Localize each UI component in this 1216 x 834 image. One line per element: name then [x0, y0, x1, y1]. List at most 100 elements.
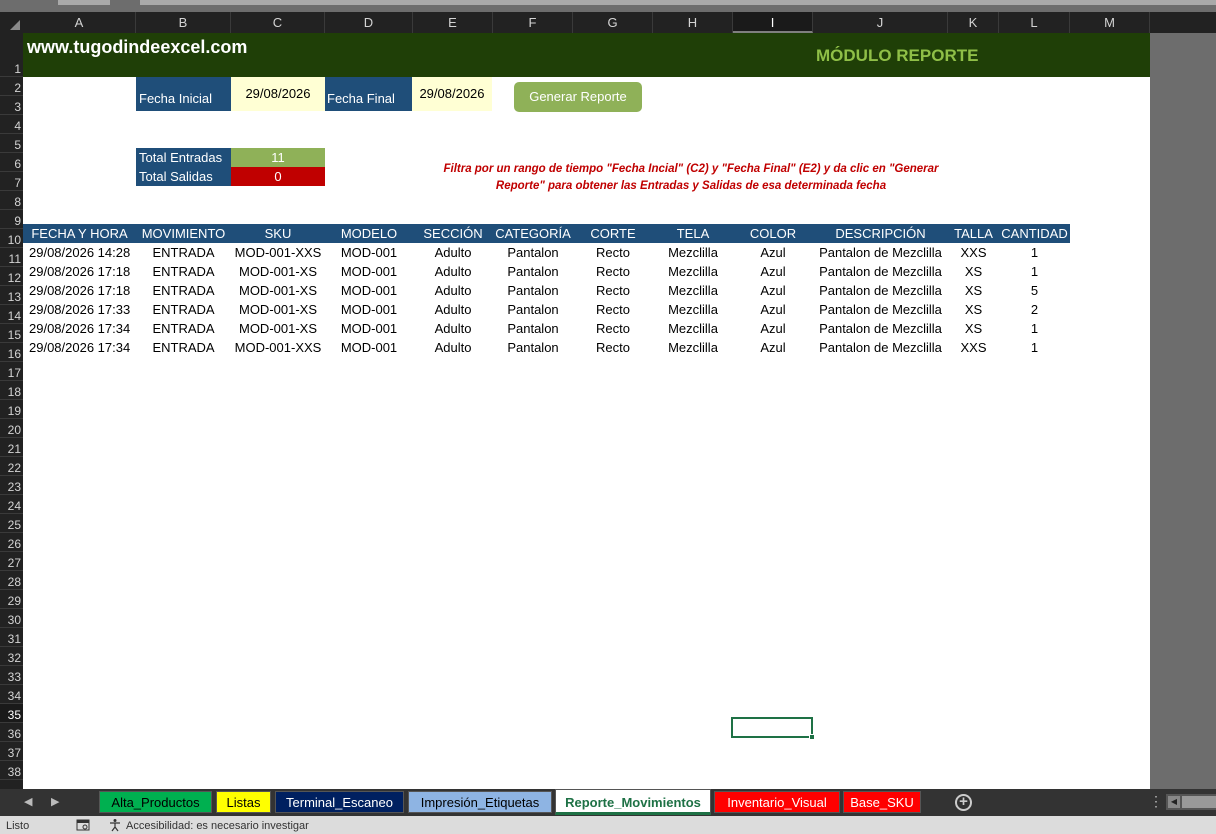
table-cell[interactable]: MOD-001 [325, 300, 413, 319]
accessibility-icon[interactable] [108, 818, 122, 832]
table-cell[interactable]: Pantalon [493, 281, 573, 300]
table-cell[interactable]: Pantalon [493, 300, 573, 319]
table-cell[interactable]: XS [948, 319, 999, 338]
row-header-8[interactable]: 8 [0, 191, 23, 210]
column-header-k[interactable]: K [948, 12, 999, 33]
column-header-f[interactable]: F [493, 12, 573, 33]
row-header-9[interactable]: 9 [0, 210, 23, 229]
table-cell[interactable]: Pantalon de Mezclilla [813, 243, 948, 262]
table-cell[interactable]: 1 [999, 262, 1070, 281]
table-cell[interactable]: ENTRADA [136, 300, 231, 319]
row-header-28[interactable]: 28 [0, 571, 23, 590]
macro-recording-icon[interactable] [76, 819, 90, 831]
table-cell[interactable]: 29/08/2026 17:33 [23, 300, 136, 319]
table-cell[interactable]: Mezclilla [653, 319, 733, 338]
table-cell[interactable]: MOD-001-XS [231, 262, 325, 281]
row-header-7[interactable]: 7 [0, 172, 23, 191]
table-cell[interactable]: Adulto [413, 300, 493, 319]
row-header-38[interactable]: 38 [0, 761, 23, 780]
end-date-field[interactable]: 29/08/2026 [412, 77, 492, 111]
column-header-g[interactable]: G [573, 12, 653, 33]
start-date-field[interactable]: 29/08/2026 [231, 77, 325, 111]
table-cell[interactable]: MOD-001 [325, 281, 413, 300]
table-cell[interactable]: Mezclilla [653, 300, 733, 319]
row-header-21[interactable]: 21 [0, 438, 23, 457]
table-cell[interactable]: ENTRADA [136, 319, 231, 338]
row-header-34[interactable]: 34 [0, 685, 23, 704]
table-cell[interactable]: Pantalon [493, 338, 573, 357]
table-cell[interactable]: XS [948, 281, 999, 300]
row-header-31[interactable]: 31 [0, 628, 23, 647]
sheet-tab-impresi-n-etiquetas[interactable]: Impresión_Etiquetas [408, 791, 552, 813]
row-header-19[interactable]: 19 [0, 400, 23, 419]
table-cell[interactable]: MOD-001 [325, 319, 413, 338]
row-header-27[interactable]: 27 [0, 552, 23, 571]
sheet-tab-listas[interactable]: Listas [216, 791, 271, 813]
row-header-11[interactable]: 11 [0, 248, 23, 267]
table-cell[interactable]: Adulto [413, 281, 493, 300]
row-header-35[interactable]: 35 [0, 704, 23, 723]
row-header-37[interactable]: 37 [0, 742, 23, 761]
row-header-26[interactable]: 26 [0, 533, 23, 552]
row-header-3[interactable]: 3 [0, 96, 23, 115]
table-cell[interactable]: Azul [733, 319, 813, 338]
table-cell[interactable]: XXS [948, 243, 999, 262]
table-cell[interactable]: 29/08/2026 14:28 [23, 243, 136, 262]
table-cell[interactable]: Mezclilla [653, 338, 733, 357]
row-header-5[interactable]: 5 [0, 134, 23, 153]
table-cell[interactable]: 1 [999, 319, 1070, 338]
row-header-17[interactable]: 17 [0, 362, 23, 381]
row-header-25[interactable]: 25 [0, 514, 23, 533]
table-cell[interactable]: Pantalon de Mezclilla [813, 281, 948, 300]
table-cell[interactable]: Azul [733, 243, 813, 262]
row-header-10[interactable]: 10 [0, 229, 23, 248]
table-cell[interactable]: Azul [733, 281, 813, 300]
table-cell[interactable]: 1 [999, 338, 1070, 357]
column-header-c[interactable]: C [231, 12, 325, 33]
fill-handle[interactable] [809, 734, 815, 740]
table-cell[interactable]: MOD-001-XS [231, 300, 325, 319]
row-header-4[interactable]: 4 [0, 115, 23, 134]
row-header-16[interactable]: 16 [0, 343, 23, 362]
sheet-tab-alta-productos[interactable]: Alta_Productos [99, 791, 212, 813]
table-cell[interactable]: ENTRADA [136, 338, 231, 357]
table-cell[interactable]: Azul [733, 262, 813, 281]
sheet-tab-terminal-escaneo[interactable]: Terminal_Escaneo [275, 791, 404, 813]
table-cell[interactable]: 1 [999, 243, 1070, 262]
row-header-24[interactable]: 24 [0, 495, 23, 514]
row-header-33[interactable]: 33 [0, 666, 23, 685]
table-cell[interactable]: Azul [733, 300, 813, 319]
table-cell[interactable]: Recto [573, 300, 653, 319]
row-header-2[interactable]: 2 [0, 77, 23, 96]
table-cell[interactable]: ENTRADA [136, 281, 231, 300]
prev-sheet-arrow-icon[interactable]: ◀ [24, 795, 32, 808]
table-cell[interactable]: Recto [573, 281, 653, 300]
table-cell[interactable]: Pantalon [493, 243, 573, 262]
row-header-36[interactable]: 36 [0, 723, 23, 742]
more-options-icon[interactable]: ⋮ [1149, 793, 1163, 810]
accessibility-status-text[interactable]: Accesibilidad: es necesario investigar [126, 820, 309, 832]
table-cell[interactable]: Pantalon de Mezclilla [813, 300, 948, 319]
table-cell[interactable]: Adulto [413, 243, 493, 262]
table-cell[interactable]: Mezclilla [653, 262, 733, 281]
table-cell[interactable]: MOD-001-XS [231, 319, 325, 338]
select-all-button[interactable] [0, 12, 23, 33]
table-cell[interactable]: XXS [948, 338, 999, 357]
row-header-6[interactable]: 6 [0, 153, 23, 172]
column-header-j[interactable]: J [813, 12, 948, 33]
row-header-1[interactable]: 1 [0, 33, 23, 77]
sheet-tab-reporte-movimientos[interactable]: Reporte_Movimientos [555, 789, 711, 815]
column-header-h[interactable]: H [653, 12, 733, 33]
table-cell[interactable]: Pantalon de Mezclilla [813, 319, 948, 338]
table-cell[interactable]: Adulto [413, 319, 493, 338]
scroll-left-icon[interactable]: ◀ [1168, 796, 1180, 808]
row-header-20[interactable]: 20 [0, 419, 23, 438]
table-cell[interactable]: MOD-001 [325, 338, 413, 357]
table-cell[interactable]: Recto [573, 262, 653, 281]
table-cell[interactable]: 5 [999, 281, 1070, 300]
row-header-18[interactable]: 18 [0, 381, 23, 400]
row-header-32[interactable]: 32 [0, 647, 23, 666]
add-sheet-icon[interactable]: + [955, 794, 972, 811]
active-cell-selection[interactable] [731, 717, 815, 740]
generate-report-button[interactable]: Generar Reporte [514, 82, 642, 112]
